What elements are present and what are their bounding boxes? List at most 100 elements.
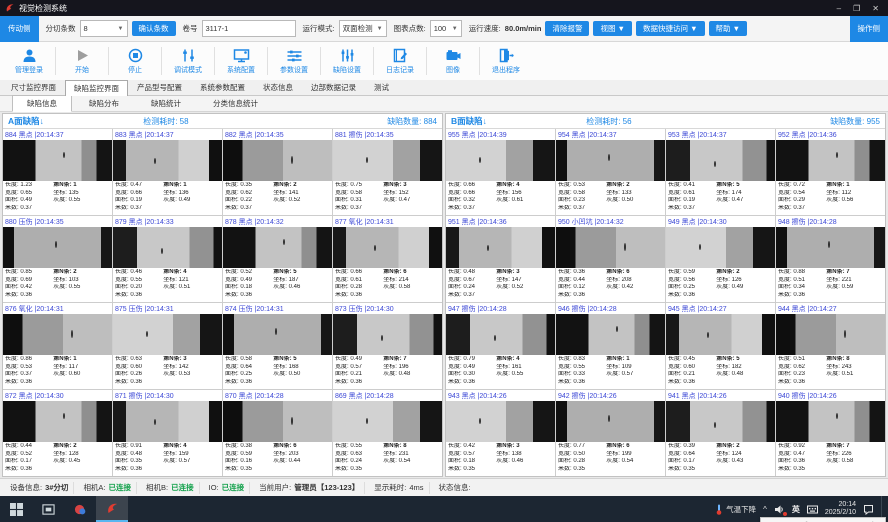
start-button[interactable] (0, 496, 32, 522)
defect-image[interactable] (3, 227, 112, 268)
ime-toolbar[interactable]: ⋮ 英☽’,简☺⚙ (760, 517, 886, 522)
main-tab-2[interactable]: 产品型号配置 (128, 79, 191, 95)
defect-cell[interactable]: 949 黑点 |20:14:30长度: 0.59宽度: 0.56面积: 0.25… (666, 216, 775, 302)
weather-widget[interactable]: 气温下降 (715, 504, 756, 515)
task-view-button[interactable] (32, 496, 64, 522)
main-tab-4[interactable]: 状态信息 (254, 79, 302, 95)
defect-image[interactable] (556, 140, 665, 181)
confirm-count-button[interactable]: 确认条数 (132, 21, 176, 37)
defect-cell[interactable]: 880 压伤 |20:14:35长度: 0.85宽度: 0.69面积: 0.42… (3, 216, 112, 302)
sub-tab-1[interactable]: 缺陷分布 (74, 95, 134, 112)
defect-cell[interactable]: 945 黑点 |20:14:27长度: 0.45宽度: 0.60面积: 0.21… (666, 303, 775, 389)
defect-cell[interactable]: 872 黑点 |20:14:30长度: 0.44宽度: 0.52面积: 0.17… (3, 390, 112, 476)
defect-cell[interactable]: 942 擦伤 |20:14:26长度: 0.77宽度: 0.50面积: 0.28… (556, 390, 665, 476)
run-mode-select[interactable]: 双面检测 ▼ (339, 20, 387, 37)
data-quick-access-button[interactable]: 数据快捷访问 ▼ (636, 21, 705, 37)
toolbar-button-debug-mode[interactable]: 调试模式 (165, 48, 211, 75)
toolbar-button-manage-login[interactable]: 管理登录 (6, 48, 52, 75)
view-menu-button[interactable]: 视图 ▼ (593, 21, 632, 37)
operator-side-button[interactable]: 操作侧 (850, 16, 888, 42)
defect-image[interactable] (333, 401, 442, 442)
defect-image[interactable] (446, 401, 555, 442)
drive-side-button[interactable]: 传动侧 (0, 16, 39, 42)
ime-simplified[interactable]: 简 (832, 519, 842, 522)
defect-cell[interactable]: 883 黑点 |20:14:37长度: 0.47宽度: 0.66面积: 0.19… (113, 129, 222, 215)
slit-count-select[interactable]: 8 ▼ (80, 20, 128, 37)
defect-cell[interactable]: 947 擦伤 |20:14:28长度: 0.79宽度: 0.49面积: 0.30… (446, 303, 555, 389)
defect-cell[interactable]: 950 小凹坑 |20:14:32长度: 0.36宽度: 0.44面积: 0.1… (556, 216, 665, 302)
sub-tab-3[interactable]: 分类信息统计 (198, 95, 273, 112)
toolbar-button-param-settings[interactable]: 参数设置 (271, 48, 317, 75)
defect-image[interactable] (333, 140, 442, 181)
defect-image[interactable] (3, 401, 112, 442)
defect-image[interactable] (223, 401, 332, 442)
defect-image[interactable] (666, 314, 775, 355)
defect-image[interactable] (776, 314, 885, 355)
defect-cell[interactable]: 874 压伤 |20:14:31长度: 0.58宽度: 0.64面积: 0.25… (223, 303, 332, 389)
taskbar-app-paint[interactable] (64, 496, 96, 522)
toolbar-button-defect-settings[interactable]: 缺陷设置 (324, 48, 370, 75)
defect-cell[interactable]: 953 黑点 |20:14:37长度: 0.41宽度: 0.61面积: 0.19… (666, 129, 775, 215)
defect-cell[interactable]: 879 黑点 |20:14:33长度: 0.46宽度: 0.55面积: 0.20… (113, 216, 222, 302)
maximize-button[interactable]: ❐ (853, 4, 860, 13)
toolbar-button-exit-program[interactable]: 退出程序 (483, 48, 529, 75)
defect-cell[interactable]: 943 黑点 |20:14:26长度: 0.42宽度: 0.57面积: 0.18… (446, 390, 555, 476)
chart-points-select[interactable]: 100 ▼ (430, 20, 462, 37)
defect-cell[interactable]: 870 黑点 |20:14:28长度: 0.38宽度: 0.59面积: 0.16… (223, 390, 332, 476)
clear-alarm-button[interactable]: 清除报警 (545, 21, 589, 37)
defect-image[interactable] (333, 314, 442, 355)
defect-image[interactable] (223, 227, 332, 268)
main-tab-0[interactable]: 尺寸监控界面 (2, 79, 65, 95)
help-menu-button[interactable]: 帮助 ▼ (709, 21, 748, 37)
main-tab-5[interactable]: 边部数据记录 (302, 79, 365, 95)
minimize-button[interactable]: – (837, 4, 841, 13)
defect-cell[interactable]: 946 擦伤 |20:14:28长度: 0.83宽度: 0.55面积: 0.33… (556, 303, 665, 389)
defect-cell[interactable]: 871 擦伤 |20:14:30长度: 0.91宽度: 0.48面积: 0.35… (113, 390, 222, 476)
defect-cell[interactable]: 884 黑点 |20:14:37长度: 1.23宽度: 0.65面积: 0.49… (3, 129, 112, 215)
defect-cell[interactable]: 952 黑点 |20:14:36长度: 0.72宽度: 0.54面积: 0.29… (776, 129, 885, 215)
defect-image[interactable] (556, 401, 665, 442)
main-tab-3[interactable]: 系统参数配置 (191, 79, 254, 95)
main-tab-6[interactable]: 测试 (365, 79, 398, 95)
main-tab-1[interactable]: 缺陷监控界面 (65, 80, 128, 96)
defect-cell[interactable]: 875 压伤 |20:14:31长度: 0.63宽度: 0.60面积: 0.26… (113, 303, 222, 389)
defect-image[interactable] (666, 140, 775, 181)
taskbar-ime-lang[interactable]: 英 (792, 504, 800, 515)
notification-center-icon[interactable] (863, 504, 874, 515)
toolbar-button-start[interactable]: 开始 (59, 48, 105, 75)
defect-image[interactable] (113, 140, 222, 181)
close-button[interactable]: ✕ (872, 4, 879, 13)
defect-cell[interactable]: 877 氧化 |20:14:31长度: 0.66宽度: 0.61面积: 0.28… (333, 216, 442, 302)
defect-image[interactable] (556, 314, 665, 355)
defect-image[interactable] (446, 314, 555, 355)
defect-image[interactable] (776, 140, 885, 181)
roll-number-input[interactable]: 3117-1 (202, 20, 296, 37)
defect-cell[interactable]: 881 擦伤 |20:14:35长度: 0.75宽度: 0.58面积: 0.31… (333, 129, 442, 215)
defect-cell[interactable]: 948 擦伤 |20:14:28长度: 0.88宽度: 0.51面积: 0.34… (776, 216, 885, 302)
defect-cell[interactable]: 873 压伤 |20:14:30长度: 0.49宽度: 0.57面积: 0.21… (333, 303, 442, 389)
defect-image[interactable] (446, 140, 555, 181)
defect-cell[interactable]: 878 黑点 |20:14:32长度: 0.52宽度: 0.49面积: 0.18… (223, 216, 332, 302)
defect-image[interactable] (223, 314, 332, 355)
defect-image[interactable] (3, 314, 112, 355)
defect-cell[interactable]: 954 黑点 |20:14:37长度: 0.53宽度: 0.58面积: 0.23… (556, 129, 665, 215)
defect-image[interactable] (446, 227, 555, 268)
defect-image[interactable] (113, 401, 222, 442)
sub-tab-2[interactable]: 缺陷统计 (136, 95, 196, 112)
defect-cell[interactable]: 882 黑点 |20:14:35长度: 0.35宽度: 0.62面积: 0.22… (223, 129, 332, 215)
defect-image[interactable] (666, 401, 775, 442)
defect-cell[interactable]: 876 氧化 |20:14:31长度: 0.86宽度: 0.53面积: 0.37… (3, 303, 112, 389)
toolbar-button-system-config[interactable]: 系统配置 (218, 48, 264, 75)
defect-image[interactable] (556, 227, 665, 268)
defect-image[interactable] (333, 227, 442, 268)
defect-cell[interactable]: 869 黑点 |20:14:28长度: 0.55宽度: 0.63面积: 0.24… (333, 390, 442, 476)
volume-button[interactable] (774, 504, 785, 515)
defect-image[interactable] (776, 227, 885, 268)
defect-cell[interactable]: 941 黑点 |20:14:26长度: 0.39宽度: 0.64面积: 0.17… (666, 390, 775, 476)
defect-image[interactable] (666, 227, 775, 268)
toolbar-button-stop[interactable]: 停止 (112, 48, 158, 75)
keyboard-icon[interactable] (807, 504, 818, 515)
toolbar-button-image[interactable]: 图像 (430, 48, 476, 75)
defect-cell[interactable]: 940 擦伤 |20:14:26长度: 0.92宽度: 0.47面积: 0.36… (776, 390, 885, 476)
defect-cell[interactable]: 944 黑点 |20:14:27长度: 0.51宽度: 0.62面积: 0.23… (776, 303, 885, 389)
